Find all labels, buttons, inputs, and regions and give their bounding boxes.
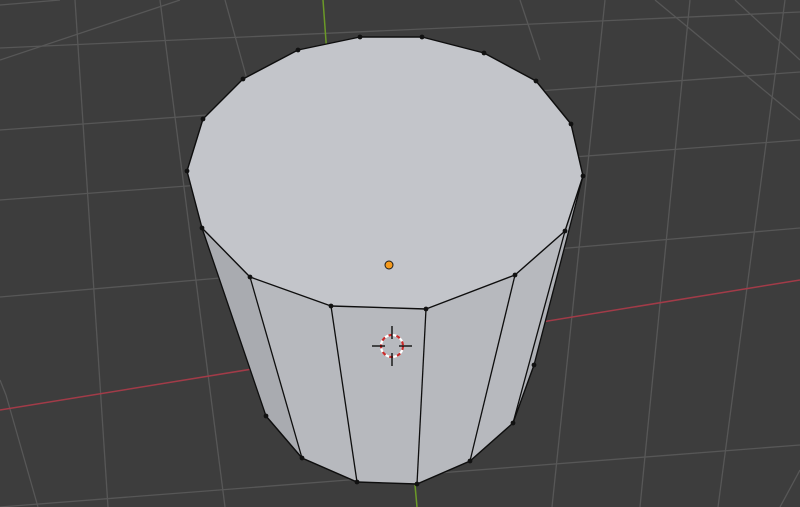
mesh-vertex <box>512 272 518 278</box>
mesh-vertex <box>357 34 363 40</box>
mesh-vertex <box>354 479 360 485</box>
mesh-vertex <box>414 481 420 487</box>
3d-viewport[interactable] <box>0 0 800 507</box>
mesh-vertex <box>423 306 429 312</box>
mesh-vertex <box>481 50 487 56</box>
mesh-vertex <box>562 228 568 234</box>
mesh-vertex <box>419 34 425 40</box>
object-origin <box>384 260 394 270</box>
mesh-vertex <box>533 78 539 84</box>
mesh-vertex <box>568 121 574 127</box>
mesh-vertex <box>467 458 473 464</box>
object-origin-dot <box>384 260 394 270</box>
mesh-vertex <box>510 420 516 426</box>
top-cap-face <box>186 36 584 310</box>
mesh-vertex <box>200 116 206 122</box>
mesh-vertex <box>328 303 334 309</box>
mesh-vertex <box>199 225 205 231</box>
mesh-vertex <box>295 47 301 53</box>
mesh-vertex <box>531 362 537 368</box>
mesh-vertex <box>184 168 190 174</box>
mesh-vertex <box>580 173 586 179</box>
mesh-vertex <box>299 455 305 461</box>
viewport-scene[interactable] <box>0 0 800 507</box>
mesh-vertex <box>240 76 246 82</box>
mesh-vertex <box>263 413 269 419</box>
mesh-vertex <box>247 274 253 280</box>
